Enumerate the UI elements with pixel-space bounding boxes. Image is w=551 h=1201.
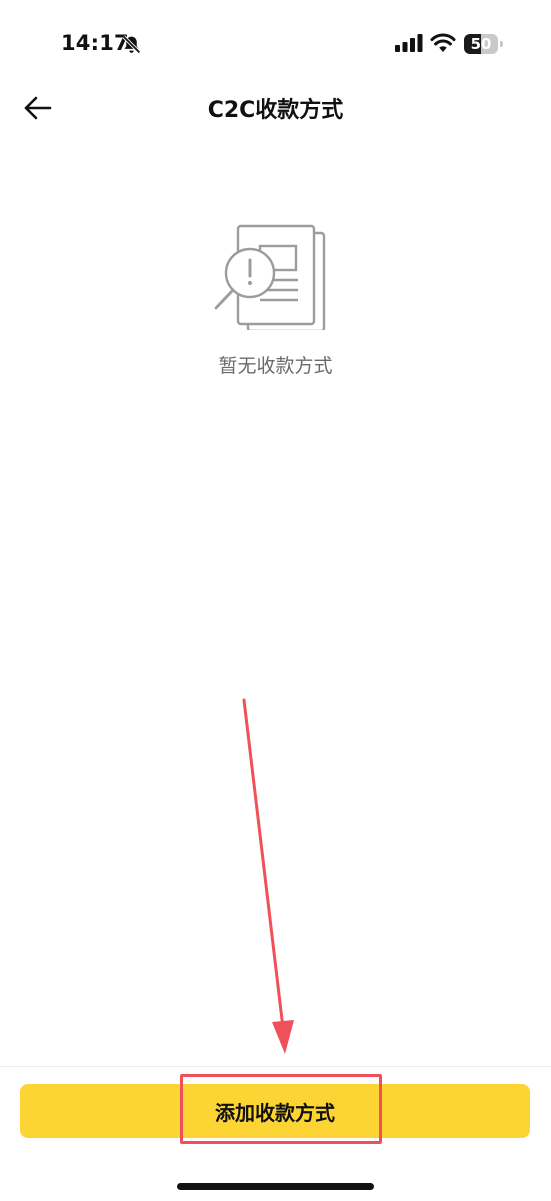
empty-state-message: 暂无收款方式 bbox=[218, 355, 333, 377]
annotation-arrow bbox=[242, 698, 294, 1054]
signal-icon bbox=[395, 34, 423, 52]
wifi-icon bbox=[430, 33, 456, 52]
nav-header: C2C收款方式 bbox=[0, 80, 551, 136]
page-title: C2C收款方式 bbox=[207, 98, 344, 123]
status-bar: 14:17 50 bbox=[0, 0, 551, 88]
battery-icon: 50 bbox=[464, 34, 504, 54]
home-indicator bbox=[177, 1183, 374, 1190]
battery-percent: 50 bbox=[470, 35, 492, 53]
document-search-icon bbox=[214, 224, 326, 330]
status-time: 14:17 bbox=[61, 31, 129, 55]
bell-slash-icon bbox=[122, 35, 141, 54]
footer-bar: 添加收款方式 bbox=[0, 1066, 551, 1201]
add-payment-method-button[interactable]: 添加收款方式 bbox=[20, 1084, 530, 1138]
empty-state: 暂无收款方式 bbox=[0, 200, 551, 390]
